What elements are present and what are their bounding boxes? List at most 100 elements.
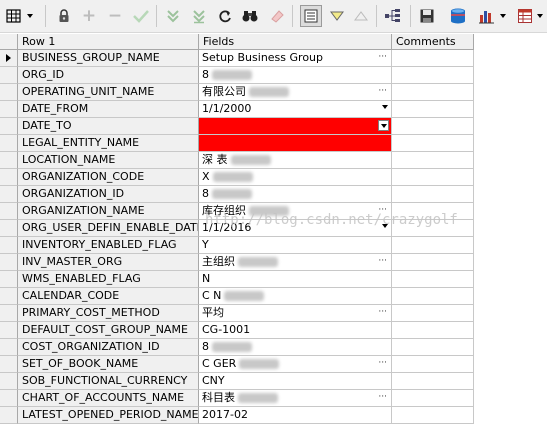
double-down-arrow-icon[interactable]	[163, 6, 183, 26]
field-value[interactable]: X	[199, 169, 392, 186]
row-indicator[interactable]	[0, 101, 18, 118]
comment-cell[interactable]	[392, 67, 474, 84]
table-row[interactable]: INVENTORY_ENABLED_FLAG Y	[0, 237, 474, 254]
row-indicator[interactable]	[0, 322, 18, 339]
field-value[interactable]: 平均 ···	[199, 305, 392, 322]
table-row[interactable]: CHART_OF_ACCOUNTS_NAME 科目表 ···	[0, 390, 474, 407]
field-value[interactable]: 2017-02	[199, 407, 392, 424]
row-indicator[interactable]	[0, 67, 18, 84]
dropdown-button[interactable]	[378, 120, 389, 131]
field-value[interactable]: 1/1/2000	[199, 101, 392, 118]
comment-cell[interactable]	[392, 373, 474, 390]
comment-cell[interactable]	[392, 101, 474, 118]
database-icon[interactable]	[448, 6, 468, 26]
field-value[interactable]: C N	[199, 288, 392, 305]
field-value[interactable]	[199, 135, 392, 152]
refresh-icon[interactable]	[215, 6, 235, 26]
row-indicator[interactable]	[0, 407, 18, 424]
filter-up-icon[interactable]	[351, 6, 371, 26]
field-value[interactable]: 8	[199, 186, 392, 203]
ellipsis-button[interactable]: ···	[378, 84, 387, 98]
row-indicator[interactable]	[0, 135, 18, 152]
table-row[interactable]: SET_OF_BOOK_NAME C GER ···	[0, 356, 474, 373]
row-indicator[interactable]	[0, 237, 18, 254]
comment-cell[interactable]	[392, 84, 474, 101]
table-row[interactable]: LATEST_OPENED_PERIOD_NAME 2017-02	[0, 407, 474, 424]
field-value[interactable]: 深 表	[199, 152, 392, 169]
table-row[interactable]: OPERATING_UNIT_NAME 有限公司 ···	[0, 84, 474, 101]
table-dropdown-icon[interactable]	[535, 6, 545, 26]
filter-down-icon[interactable]	[327, 6, 347, 26]
binoculars-icon[interactable]	[240, 6, 260, 26]
comment-cell[interactable]	[392, 254, 474, 271]
field-value[interactable]: Y	[199, 237, 392, 254]
save-icon[interactable]	[417, 6, 437, 26]
ellipsis-button[interactable]: ···	[378, 356, 387, 370]
eraser-icon[interactable]	[267, 6, 287, 26]
comment-cell[interactable]	[392, 237, 474, 254]
row-indicator[interactable]	[0, 186, 18, 203]
comment-cell[interactable]	[392, 152, 474, 169]
double-down-arrow-alt-icon[interactable]	[189, 6, 209, 26]
table-row[interactable]: ORGANIZATION_CODE X	[0, 169, 474, 186]
comment-cell[interactable]	[392, 390, 474, 407]
comment-cell[interactable]	[392, 135, 474, 152]
current-row-indicator[interactable]	[0, 50, 18, 67]
comment-cell[interactable]	[392, 288, 474, 305]
tree-icon[interactable]	[383, 6, 403, 26]
plus-icon[interactable]: +	[79, 6, 99, 26]
comment-cell[interactable]	[392, 169, 474, 186]
table-row[interactable]: BUSINESS_GROUP_NAME Setup Business Group ·…	[0, 50, 474, 67]
field-value[interactable]: N	[199, 271, 392, 288]
row-indicator[interactable]	[0, 305, 18, 322]
table-row[interactable]: DATE_FROM 1/1/2000	[0, 101, 474, 118]
table-row[interactable]: ORGANIZATION_ID 8	[0, 186, 474, 203]
chart-dropdown-icon[interactable]	[498, 6, 508, 26]
ellipsis-button[interactable]: ···	[378, 254, 387, 268]
ellipsis-button[interactable]: ···	[378, 50, 387, 64]
comment-cell[interactable]	[392, 407, 474, 424]
row-indicator[interactable]	[0, 356, 18, 373]
check-icon[interactable]	[131, 6, 151, 26]
single-record-view-icon[interactable]	[300, 5, 322, 27]
row-indicator[interactable]	[0, 203, 18, 220]
dropdown-arrow-icon[interactable]	[382, 105, 388, 109]
comment-cell[interactable]	[392, 186, 474, 203]
chart-icon[interactable]	[477, 6, 497, 26]
table-row[interactable]: CALENDAR_CODE C N	[0, 288, 474, 305]
table-row[interactable]: PRIMARY_COST_METHOD 平均 ···	[0, 305, 474, 322]
field-value[interactable]: Setup Business Group ···	[199, 50, 392, 67]
row-indicator[interactable]	[0, 152, 18, 169]
field-value[interactable]: 主组织 ···	[199, 254, 392, 271]
comment-cell[interactable]	[392, 322, 474, 339]
field-value[interactable]: 有限公司 ···	[199, 84, 392, 101]
table-icon[interactable]	[515, 6, 535, 26]
row-header[interactable]: Row 1	[18, 34, 199, 50]
row-indicator[interactable]	[0, 169, 18, 186]
ellipsis-button[interactable]: ···	[378, 390, 387, 404]
comment-cell[interactable]	[392, 118, 474, 135]
minus-icon[interactable]: −	[105, 6, 125, 26]
table-row[interactable]: LOCATION_NAME 深 表	[0, 152, 474, 169]
row-indicator[interactable]	[0, 390, 18, 407]
field-value[interactable]: 科目表 ···	[199, 390, 392, 407]
table-row[interactable]: ORG_ID 8	[0, 67, 474, 84]
lock-icon[interactable]	[54, 6, 74, 26]
table-row[interactable]: COST_ORGANIZATION_ID 8	[0, 339, 474, 356]
comment-cell[interactable]	[392, 271, 474, 288]
row-indicator[interactable]	[0, 373, 18, 390]
grid-layout-dropdown-icon[interactable]	[25, 6, 35, 26]
row-indicator[interactable]	[0, 339, 18, 356]
table-row[interactable]: LEGAL_ENTITY_NAME	[0, 135, 474, 152]
ellipsis-button[interactable]: ···	[378, 305, 387, 319]
row-indicator[interactable]	[0, 84, 18, 101]
table-row[interactable]: WMS_ENABLED_FLAG N	[0, 271, 474, 288]
comment-cell[interactable]	[392, 50, 474, 67]
row-indicator[interactable]	[0, 220, 18, 237]
row-indicator[interactable]	[0, 254, 18, 271]
row-indicator[interactable]	[0, 118, 18, 135]
comment-cell[interactable]	[392, 339, 474, 356]
field-value[interactable]: 8	[199, 67, 392, 84]
fields-header[interactable]: Fields	[199, 34, 392, 50]
table-row[interactable]: DEFAULT_COST_GROUP_NAME CG-1001	[0, 322, 474, 339]
